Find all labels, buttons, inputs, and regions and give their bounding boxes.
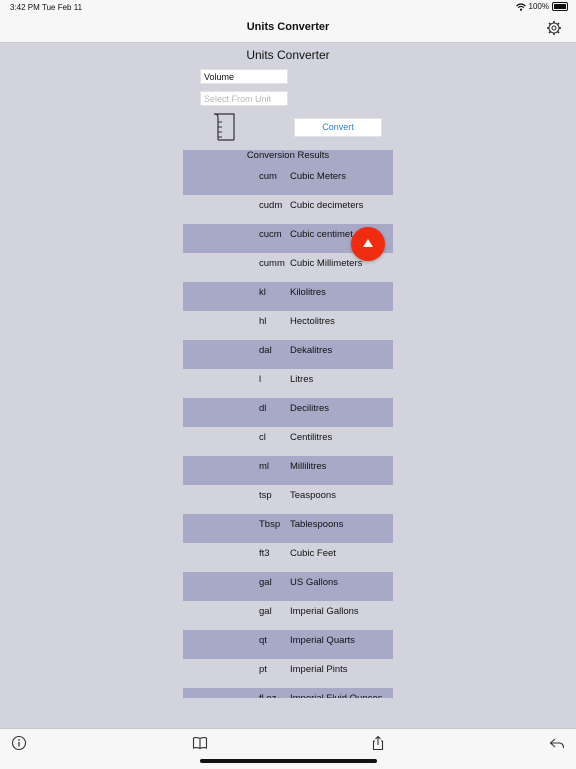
unit-abbreviation: cudm: [259, 200, 283, 211]
unit-abbreviation: ml: [259, 461, 270, 472]
table-row[interactable]: cl Centilitres: [183, 427, 393, 456]
share-icon[interactable]: [370, 735, 386, 751]
unit-abbreviation: Tbsp: [259, 519, 281, 530]
info-icon[interactable]: [11, 735, 27, 751]
battery-percent: 100%: [528, 2, 549, 11]
unit-name: Decilitres: [290, 403, 330, 414]
battery-icon: [552, 2, 568, 11]
book-icon[interactable]: [192, 735, 208, 751]
unit-name: Imperial Quarts: [290, 635, 355, 646]
table-row[interactable]: gal Imperial Gallons: [183, 601, 393, 630]
unit-name: Cubic Millimeters: [290, 258, 363, 269]
table-row[interactable]: qt Imperial Quarts: [183, 630, 393, 659]
table-row[interactable]: l Litres: [183, 369, 393, 398]
table-row[interactable]: fl.oz Imperial Fluid Ounces: [183, 688, 393, 698]
home-indicator: [200, 759, 377, 763]
unit-abbreviation: cl: [259, 432, 266, 443]
unit-name: US Gallons: [290, 577, 339, 588]
unit-name: Imperial Gallons: [290, 606, 359, 617]
unit-abbreviation: hl: [259, 316, 267, 327]
category-field[interactable]: Volume: [200, 69, 288, 84]
unit-name: Imperial Pints: [290, 664, 348, 675]
unit-name: Tablespoons: [290, 519, 344, 530]
unit-abbreviation: fl.oz: [259, 693, 276, 698]
unit-abbreviation: gal: [259, 577, 272, 588]
nav-title: Units Converter: [246, 21, 330, 33]
unit-name: Hectolitres: [290, 316, 335, 327]
navigation-bar: Units Converter: [0, 16, 576, 43]
table-row[interactable]: tsp Teaspoons: [183, 485, 393, 514]
page-title: Units Converter: [246, 48, 330, 62]
unit-abbreviation: kl: [259, 287, 266, 298]
unit-name: Cubic decimeters: [290, 200, 364, 211]
convert-button[interactable]: Convert: [294, 118, 382, 137]
unit-name: Cubic centimet: [290, 229, 353, 240]
unit-name: Cubic Feet: [290, 548, 336, 559]
back-arrow-icon[interactable]: [549, 735, 565, 751]
table-row[interactable]: kl Kilolitres: [183, 282, 393, 311]
unit-abbreviation: pt: [259, 664, 267, 675]
table-row[interactable]: cum Cubic Meters: [183, 166, 393, 195]
table-row[interactable]: ml Millilitres: [183, 456, 393, 485]
unit-name: Teaspoons: [290, 490, 336, 501]
results-header: Conversion Results: [183, 150, 393, 166]
unit-abbreviation: cum: [259, 171, 277, 182]
status-right: 100%: [515, 2, 568, 11]
table-row[interactable]: hl Hectolitres: [183, 311, 393, 340]
unit-abbreviation: tsp: [259, 490, 272, 501]
unit-name: Cubic Meters: [290, 171, 346, 182]
table-row[interactable]: pt Imperial Pints: [183, 659, 393, 688]
status-bar: 3:42 PM Tue Feb 11 100%: [0, 0, 576, 16]
table-row[interactable]: Tbsp Tablespoons: [183, 514, 393, 543]
status-date: Tue Feb 11: [42, 3, 83, 12]
table-row[interactable]: dal Dekalitres: [183, 340, 393, 369]
unit-abbreviation: gal: [259, 606, 272, 617]
from-unit-field[interactable]: Select From Unit: [200, 91, 288, 106]
table-row[interactable]: dl Decilitres: [183, 398, 393, 427]
wifi-icon: [515, 2, 526, 11]
unit-name: Kilolitres: [290, 287, 326, 298]
unit-name: Litres: [290, 374, 314, 385]
unit-abbreviation: dal: [259, 345, 272, 356]
unit-abbreviation: dl: [259, 403, 267, 414]
unit-name: Imperial Fluid Ounces: [290, 693, 382, 698]
unit-abbreviation: cucm: [259, 229, 282, 240]
unit-name: Millilitres: [290, 461, 327, 472]
table-row[interactable]: cudm Cubic decimeters: [183, 195, 393, 224]
table-row[interactable]: gal US Gallons: [183, 572, 393, 601]
unit-abbreviation: cumm: [259, 258, 285, 269]
scroll-up-button[interactable]: [351, 227, 385, 261]
table-row[interactable]: ft3 Cubic Feet: [183, 543, 393, 572]
gear-icon[interactable]: [546, 20, 562, 36]
unit-abbreviation: l: [259, 374, 262, 385]
unit-name: Centilitres: [290, 432, 333, 443]
beaker-icon: [213, 113, 235, 141]
unit-abbreviation: ft3: [259, 548, 270, 559]
unit-name: Dekalitres: [290, 345, 333, 356]
unit-abbreviation: qt: [259, 635, 267, 646]
status-time: 3:42 PM: [10, 3, 40, 12]
